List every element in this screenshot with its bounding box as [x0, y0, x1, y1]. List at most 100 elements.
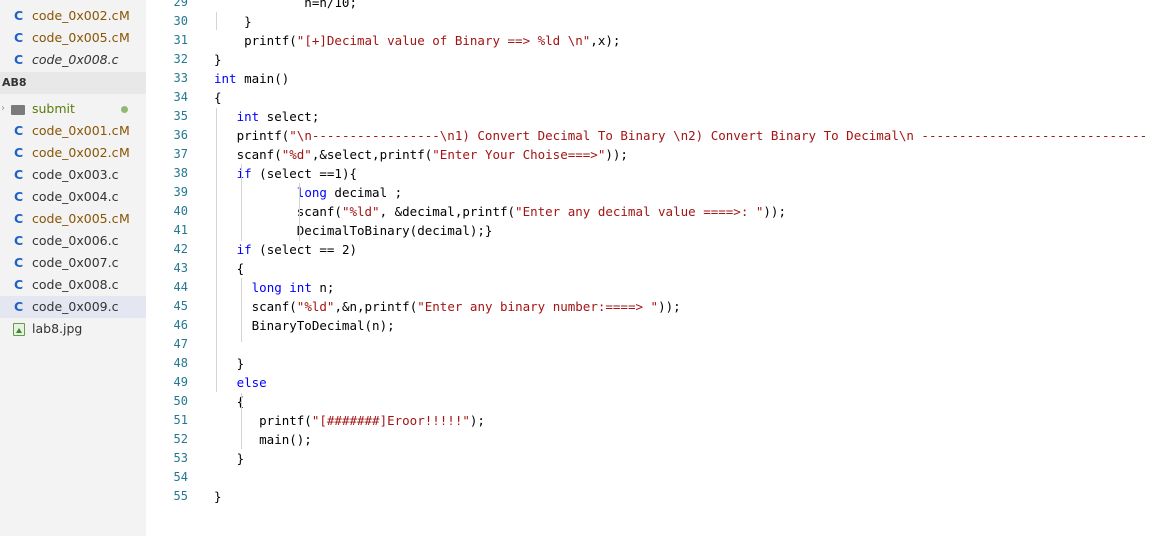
- c-file-icon: C: [14, 52, 24, 67]
- indent-guide: [241, 278, 242, 342]
- line-number: 46: [173, 318, 188, 332]
- file-item[interactable]: Ccode_0x005.c M: [0, 208, 146, 230]
- code-line[interactable]: 33 int main(): [146, 69, 1168, 88]
- code-line[interactable]: 37 scanf("%d",&select,printf("Enter Your…: [146, 145, 1168, 164]
- c-file-icon: C: [14, 255, 24, 270]
- file-item[interactable]: Ccode_0x003.c: [0, 164, 146, 186]
- file-name: code_0x006.c: [32, 233, 119, 248]
- c-file-icon: C: [14, 211, 24, 226]
- file-item[interactable]: Ccode_0x002.c M: [0, 5, 146, 27]
- c-file-icon: C: [14, 233, 24, 248]
- keyword-token: if: [236, 166, 252, 181]
- code-line[interactable]: 54: [146, 468, 1168, 487]
- folder-name: submit: [32, 101, 75, 116]
- code-line[interactable]: 48 }: [146, 354, 1168, 373]
- code-line[interactable]: 46 BinaryToDecimal(n);: [146, 316, 1168, 335]
- code-line[interactable]: 51 printf("[#######]Eroor!!!!!");: [146, 411, 1168, 430]
- code-token: select;: [259, 109, 320, 124]
- modified-badge: M: [119, 123, 130, 138]
- string-token: "%d": [281, 147, 312, 162]
- code-line[interactable]: 43 {: [146, 259, 1168, 278]
- modified-badge: M: [119, 30, 130, 45]
- line-number: 55: [173, 489, 188, 503]
- code-line[interactable]: 53 }: [146, 449, 1168, 468]
- file-item[interactable]: Ccode_0x008.c: [0, 49, 146, 71]
- file-name: code_0x003.c: [32, 167, 119, 182]
- code-line[interactable]: 52 main();: [146, 430, 1168, 449]
- folder-section-title: AB8: [2, 76, 27, 89]
- code-text: if (select ==1){: [214, 164, 357, 183]
- file-name: code_0x001.c: [32, 123, 119, 138]
- code-text: int main(): [214, 69, 289, 88]
- code-token: ));: [763, 204, 786, 219]
- code-text: }: [214, 12, 252, 31]
- file-item[interactable]: Ccode_0x001.c M: [0, 120, 146, 142]
- code-line[interactable]: 30 }: [146, 12, 1168, 31]
- line-number: 40: [173, 204, 188, 218]
- file-item[interactable]: Ccode_0x007.c: [0, 252, 146, 274]
- modified-badge: M: [119, 145, 130, 160]
- code-line[interactable]: 42 if (select == 2): [146, 240, 1168, 259]
- file-item[interactable]: Ccode_0x002.c M: [0, 142, 146, 164]
- file-item[interactable]: Ccode_0x005.c M: [0, 27, 146, 49]
- code-line[interactable]: 47: [146, 335, 1168, 354]
- line-number: 47: [173, 337, 188, 351]
- code-text: printf("\n-----------------\n1) Convert …: [214, 126, 1148, 145]
- file-item[interactable]: Ccode_0x008.c: [0, 274, 146, 296]
- code-text: long decimal ;: [214, 183, 402, 202]
- file-item[interactable]: Ccode_0x006.c: [0, 230, 146, 252]
- file-name: code_0x008.c: [32, 52, 119, 67]
- keyword-token: long: [251, 280, 282, 295]
- code-line[interactable]: 44 long int n;: [146, 278, 1168, 297]
- line-number: 41: [173, 223, 188, 237]
- code-text: else: [214, 373, 267, 392]
- code-line[interactable]: 29 n=n/10;: [146, 0, 1168, 12]
- code-line[interactable]: 38 if (select ==1){: [146, 164, 1168, 183]
- code-token: scanf(: [214, 204, 342, 219]
- file-item[interactable]: Ccode_0x009.c: [0, 296, 146, 318]
- file-item-image[interactable]: lab8.jpg: [0, 318, 146, 340]
- code-line[interactable]: 36 printf("\n-----------------\n1) Conve…: [146, 126, 1168, 145]
- c-file-icon: C: [14, 8, 24, 23]
- file-name: lab8.jpg: [32, 321, 83, 336]
- file-name: code_0x007.c: [32, 255, 119, 270]
- code-line[interactable]: 45 scanf("%ld",&n,printf("Enter any bina…: [146, 297, 1168, 316]
- c-file-icon: C: [14, 145, 24, 160]
- chevron-right-icon[interactable]: ›: [1, 98, 5, 120]
- string-token: "Enter any binary number:====> ": [417, 299, 659, 314]
- folder-section-header[interactable]: AB8: [0, 72, 146, 94]
- line-number: 34: [173, 90, 188, 104]
- indent-guide: [216, 12, 217, 30]
- keyword-token: long: [296, 185, 327, 200]
- string-token: "[#######]Eroor!!!!!": [311, 413, 470, 428]
- line-number: 50: [173, 394, 188, 408]
- code-token: n=n/10;: [214, 0, 357, 10]
- code-token: n;: [311, 280, 335, 295]
- code-line[interactable]: 31 printf("[+]Decimal value of Binary ==…: [146, 31, 1168, 50]
- folder-item-submit[interactable]: › submit: [0, 98, 146, 120]
- file-name: code_0x009.c: [32, 299, 119, 314]
- file-item[interactable]: Ccode_0x004.c: [0, 186, 146, 208]
- code-line[interactable]: 32}: [146, 50, 1168, 69]
- code-line[interactable]: 49 else: [146, 373, 1168, 392]
- line-number: 38: [173, 166, 188, 180]
- code-editor[interactable]: 29 n=n/10; 30 } 31 printf("[+]Decimal valu…: [146, 0, 1168, 536]
- string-token: "Enter any decimal value ====>: ": [515, 204, 764, 219]
- code-line[interactable]: 55}: [146, 487, 1168, 506]
- code-text: if (select == 2): [214, 240, 357, 259]
- indent-guide: [241, 164, 242, 241]
- code-line[interactable]: 34 {: [146, 88, 1168, 107]
- code-token: );: [469, 413, 485, 428]
- code-token: (select ==1){: [251, 166, 357, 181]
- code-text: }: [214, 354, 245, 373]
- line-number: 42: [173, 242, 188, 256]
- line-number: 54: [173, 470, 188, 484]
- string-token: "\n-----------------\n1) Convert Decimal…: [289, 128, 1148, 143]
- line-number: 43: [173, 261, 188, 275]
- code-line[interactable]: 35 int select;: [146, 107, 1168, 126]
- code-line[interactable]: 50 {: [146, 392, 1168, 411]
- code-token: printf(: [214, 413, 312, 428]
